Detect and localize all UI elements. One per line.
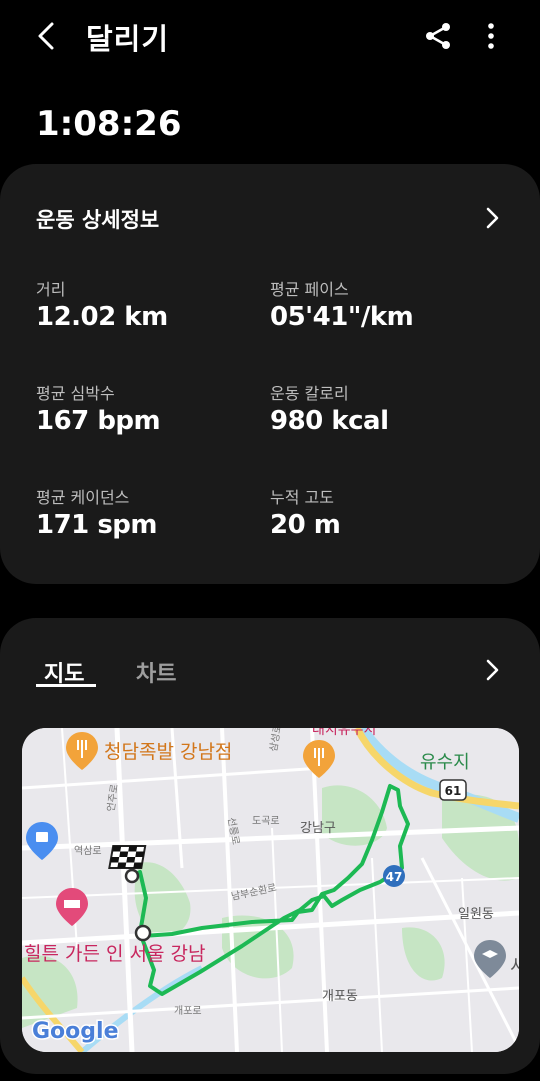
stat-value-calories: 980 kcal xyxy=(270,406,389,436)
map-label-gaepo-ro: 개포로 xyxy=(174,1005,202,1017)
tab-map-indicator xyxy=(36,684,96,687)
svg-text:47: 47 xyxy=(386,870,403,884)
chevron-right-icon[interactable] xyxy=(480,658,504,682)
top-bar: 달리기 xyxy=(0,0,540,72)
stat-label-heart-rate: 평균 심박수 xyxy=(36,384,115,403)
route-map[interactable]: 61 47 청담족발 강남점 힐튼 가든 인 서울 강남 유수지 강남구 개포동… xyxy=(22,728,519,1052)
checkered-flag-icon xyxy=(108,845,147,869)
map-label-ilwon: 일원동 xyxy=(458,907,494,922)
workout-duration: 1:08:26 xyxy=(36,104,182,144)
start-point-icon xyxy=(134,924,152,942)
map-label-park: 유수지 xyxy=(420,752,470,773)
stat-value-cadence: 171 spm xyxy=(36,510,158,540)
stat-value-elevation: 20 m xyxy=(270,510,341,540)
chevron-right-icon[interactable] xyxy=(480,206,504,230)
map-label-district: 강남구 xyxy=(300,821,336,836)
stat-label-distance: 거리 xyxy=(36,280,66,299)
route-map-canvas: 61 47 청담족발 강남점 힐튼 가든 인 서울 강남 유수지 강남구 개포동… xyxy=(22,728,519,1052)
more-vert-icon[interactable] xyxy=(478,20,504,52)
map-label-yeoksam: 역삼로 xyxy=(74,845,102,857)
stat-label-calories: 운동 칼로리 xyxy=(270,384,349,403)
stat-label-elevation: 누적 고도 xyxy=(270,488,334,507)
stat-value-distance: 12.02 km xyxy=(36,302,168,332)
page-title: 달리기 xyxy=(86,22,170,56)
back-icon[interactable] xyxy=(30,18,64,54)
tab-chart[interactable]: 차트 xyxy=(136,656,176,688)
stat-value-pace: 05'41"/km xyxy=(270,302,414,332)
details-title: 운동 상세정보 xyxy=(36,208,160,232)
map-label-dong: 개포동 xyxy=(322,989,358,1004)
map-label-restaurant: 청담족발 강남점 xyxy=(104,741,232,763)
google-logo: Google Google xyxy=(31,1018,121,1046)
map-label-top-partial: 대치유수지 xyxy=(312,728,376,738)
stat-label-pace: 평균 페이스 xyxy=(270,280,349,299)
map-label-dogok: 도곡로 xyxy=(252,815,280,827)
share-icon[interactable] xyxy=(422,20,454,52)
road-badge-47: 47 xyxy=(383,865,405,887)
stat-label-cadence: 평균 케이던스 xyxy=(36,488,130,507)
road-badge-61: 61 xyxy=(439,779,467,801)
svg-text:Google: Google xyxy=(32,1019,119,1044)
workout-details-card[interactable]: 운동 상세정보 거리 12.02 km 평균 페이스 05'41"/km 평균 … xyxy=(0,164,540,584)
finish-point-icon xyxy=(124,868,140,884)
stat-value-heart-rate: 167 bpm xyxy=(36,406,161,436)
map-label-hotel: 힐튼 가든 인 서울 강남 xyxy=(24,943,205,965)
svg-text:61: 61 xyxy=(445,784,462,798)
map-label-edge-partial: 서 xyxy=(510,956,519,977)
